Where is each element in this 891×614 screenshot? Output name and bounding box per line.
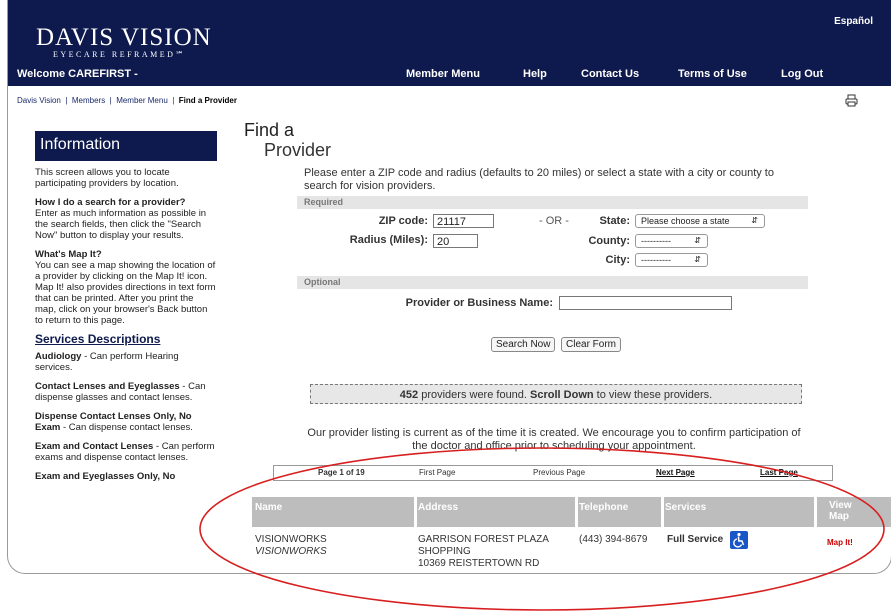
espanol-link[interactable]: Español xyxy=(834,16,873,27)
nav-help[interactable]: Help xyxy=(523,68,547,80)
logo-tagline: EYECARE REFRAMED℠ xyxy=(53,50,187,59)
city-label: City: xyxy=(605,254,630,266)
first-page-link[interactable]: First Page xyxy=(419,468,455,477)
sidebar-title: Information xyxy=(35,131,217,161)
map-it-link[interactable]: Map It! xyxy=(827,538,853,547)
faq-search-body: Enter as much information as possible in… xyxy=(35,208,207,241)
col-name-header[interactable]: Name xyxy=(255,502,282,513)
davis-vision-logo[interactable]: DAVIS VISION xyxy=(36,24,212,52)
next-page-link[interactable]: Next Page xyxy=(656,468,695,477)
select-arrows-icon: ⇵ xyxy=(751,216,758,225)
page-title-line1: Find a xyxy=(244,120,295,140)
faq-mapit-body: You can see a map showing the location o… xyxy=(35,260,216,326)
service-name: Exam and Contact Lenses xyxy=(35,441,154,452)
service-name: Exam and Eyeglasses Only, No xyxy=(35,471,176,482)
zip-label: ZIP code: xyxy=(378,215,428,227)
col-viewmap-header: View Map xyxy=(829,500,852,522)
provider-business: VISIONWORKS xyxy=(255,546,327,557)
nav-log-out[interactable]: Log Out xyxy=(781,68,823,80)
provider-address-line3: 10369 REISTERTOWN RD xyxy=(418,558,540,569)
optional-section-header: Optional xyxy=(297,276,808,289)
site-header: DAVIS VISION EYECARE REFRAMED℠ Español W… xyxy=(8,0,891,86)
column-divider xyxy=(575,497,578,573)
column-divider xyxy=(661,497,664,573)
col-services-header[interactable]: Services xyxy=(665,502,706,513)
state-select-value: Please choose a state xyxy=(641,216,730,226)
listing-notice: Our provider listing is current as of th… xyxy=(307,427,801,452)
col-map-text: Map xyxy=(829,511,849,522)
or-divider: - OR - xyxy=(539,215,569,227)
faq-mapit-title: What's Map It? xyxy=(35,249,102,260)
breadcrumb: Davis Vision | Members | Member Menu | F… xyxy=(17,96,237,105)
browser-frame: DAVIS VISION EYECARE REFRAMED℠ Español W… xyxy=(7,0,891,574)
provider-phone: (443) 394-8679 xyxy=(579,534,648,545)
page-title-line2: Provider xyxy=(264,140,332,160)
select-arrows-icon: ⇵ xyxy=(694,255,701,264)
search-now-button[interactable]: Search Now xyxy=(491,337,556,352)
results-count-banner: 452 providers were found. Scroll Down to… xyxy=(310,384,802,404)
faq-search-title: How I do a search for a provider? xyxy=(35,197,186,208)
column-divider xyxy=(814,497,817,573)
nav-member-menu[interactable]: Member Menu xyxy=(406,68,480,80)
pagination-bar: Page 1 of 19 First Page Previous Page Ne… xyxy=(273,465,833,481)
state-label: State: xyxy=(599,215,630,227)
results-found-text: providers were found. xyxy=(418,389,531,401)
breadcrumb-separator: | xyxy=(109,96,112,105)
city-select[interactable]: ---------- ⇵ xyxy=(635,253,708,267)
services-descriptions-heading[interactable]: Services Descriptions xyxy=(35,333,217,345)
search-instructions: Please enter a ZIP code and radius (defa… xyxy=(304,167,774,192)
col-telephone-header[interactable]: Telephone xyxy=(579,502,628,513)
nav-terms-of-use[interactable]: Terms of Use xyxy=(678,68,747,80)
provider-name-input[interactable] xyxy=(559,296,732,310)
state-select[interactable]: Please choose a state ⇵ xyxy=(635,214,765,228)
county-select[interactable]: ---------- ⇵ xyxy=(635,234,708,248)
wheelchair-accessible-icon xyxy=(730,531,748,549)
county-select-value: ---------- xyxy=(641,236,671,246)
radius-input[interactable]: 20 xyxy=(433,234,478,248)
select-arrows-icon: ⇵ xyxy=(694,236,701,245)
col-view-text: View xyxy=(829,500,852,511)
col-address-header[interactable]: Address xyxy=(418,502,458,513)
sidebar-intro: This screen allows you to locate partici… xyxy=(35,167,179,189)
radius-label: Radius (Miles): xyxy=(349,234,428,246)
breadcrumb-member-menu[interactable]: Member Menu xyxy=(116,96,168,105)
results-table-header: Name Address Telephone Services View Map xyxy=(252,497,891,527)
required-section-header: Required xyxy=(297,196,808,209)
service-desc: - Can dispense contact lenses. xyxy=(60,422,193,433)
scroll-down-text: Scroll Down xyxy=(530,389,594,401)
breadcrumb-separator: | xyxy=(65,96,68,105)
column-divider xyxy=(414,497,417,573)
page-info: Page 1 of 19 xyxy=(318,468,365,477)
provider-address-line2: SHOPPING xyxy=(418,546,471,557)
information-sidebar: Information This screen allows you to lo… xyxy=(35,131,217,490)
breadcrumb-separator: | xyxy=(172,96,175,105)
provider-address-line1: GARRISON FOREST PLAZA xyxy=(418,534,549,545)
service-name: Audiology xyxy=(35,351,82,362)
welcome-text: Welcome CAREFIRST - xyxy=(17,68,138,80)
county-label: County: xyxy=(588,235,630,247)
city-select-value: ---------- xyxy=(641,255,671,265)
results-found-end: to view these providers. xyxy=(593,389,713,401)
provider-service: Full Service xyxy=(667,534,724,545)
last-page-link[interactable]: Last Page xyxy=(760,468,798,477)
printer-icon[interactable] xyxy=(845,94,858,112)
breadcrumb-members[interactable]: Members xyxy=(72,96,105,105)
breadcrumb-current: Find a Provider xyxy=(178,96,237,105)
provider-name-label: Provider or Business Name: xyxy=(405,297,553,309)
results-count: 452 xyxy=(399,389,419,401)
zip-input[interactable]: 21117 xyxy=(433,214,494,228)
clear-form-button[interactable]: Clear Form xyxy=(561,337,622,352)
nav-contact-us[interactable]: Contact Us xyxy=(581,68,639,80)
previous-page-link[interactable]: Previous Page xyxy=(533,468,585,477)
provider-name[interactable]: VISIONWORKS xyxy=(255,534,327,545)
breadcrumb-davis-vision[interactable]: Davis Vision xyxy=(17,96,61,105)
service-name: Contact Lenses and Eyeglasses xyxy=(35,381,180,392)
